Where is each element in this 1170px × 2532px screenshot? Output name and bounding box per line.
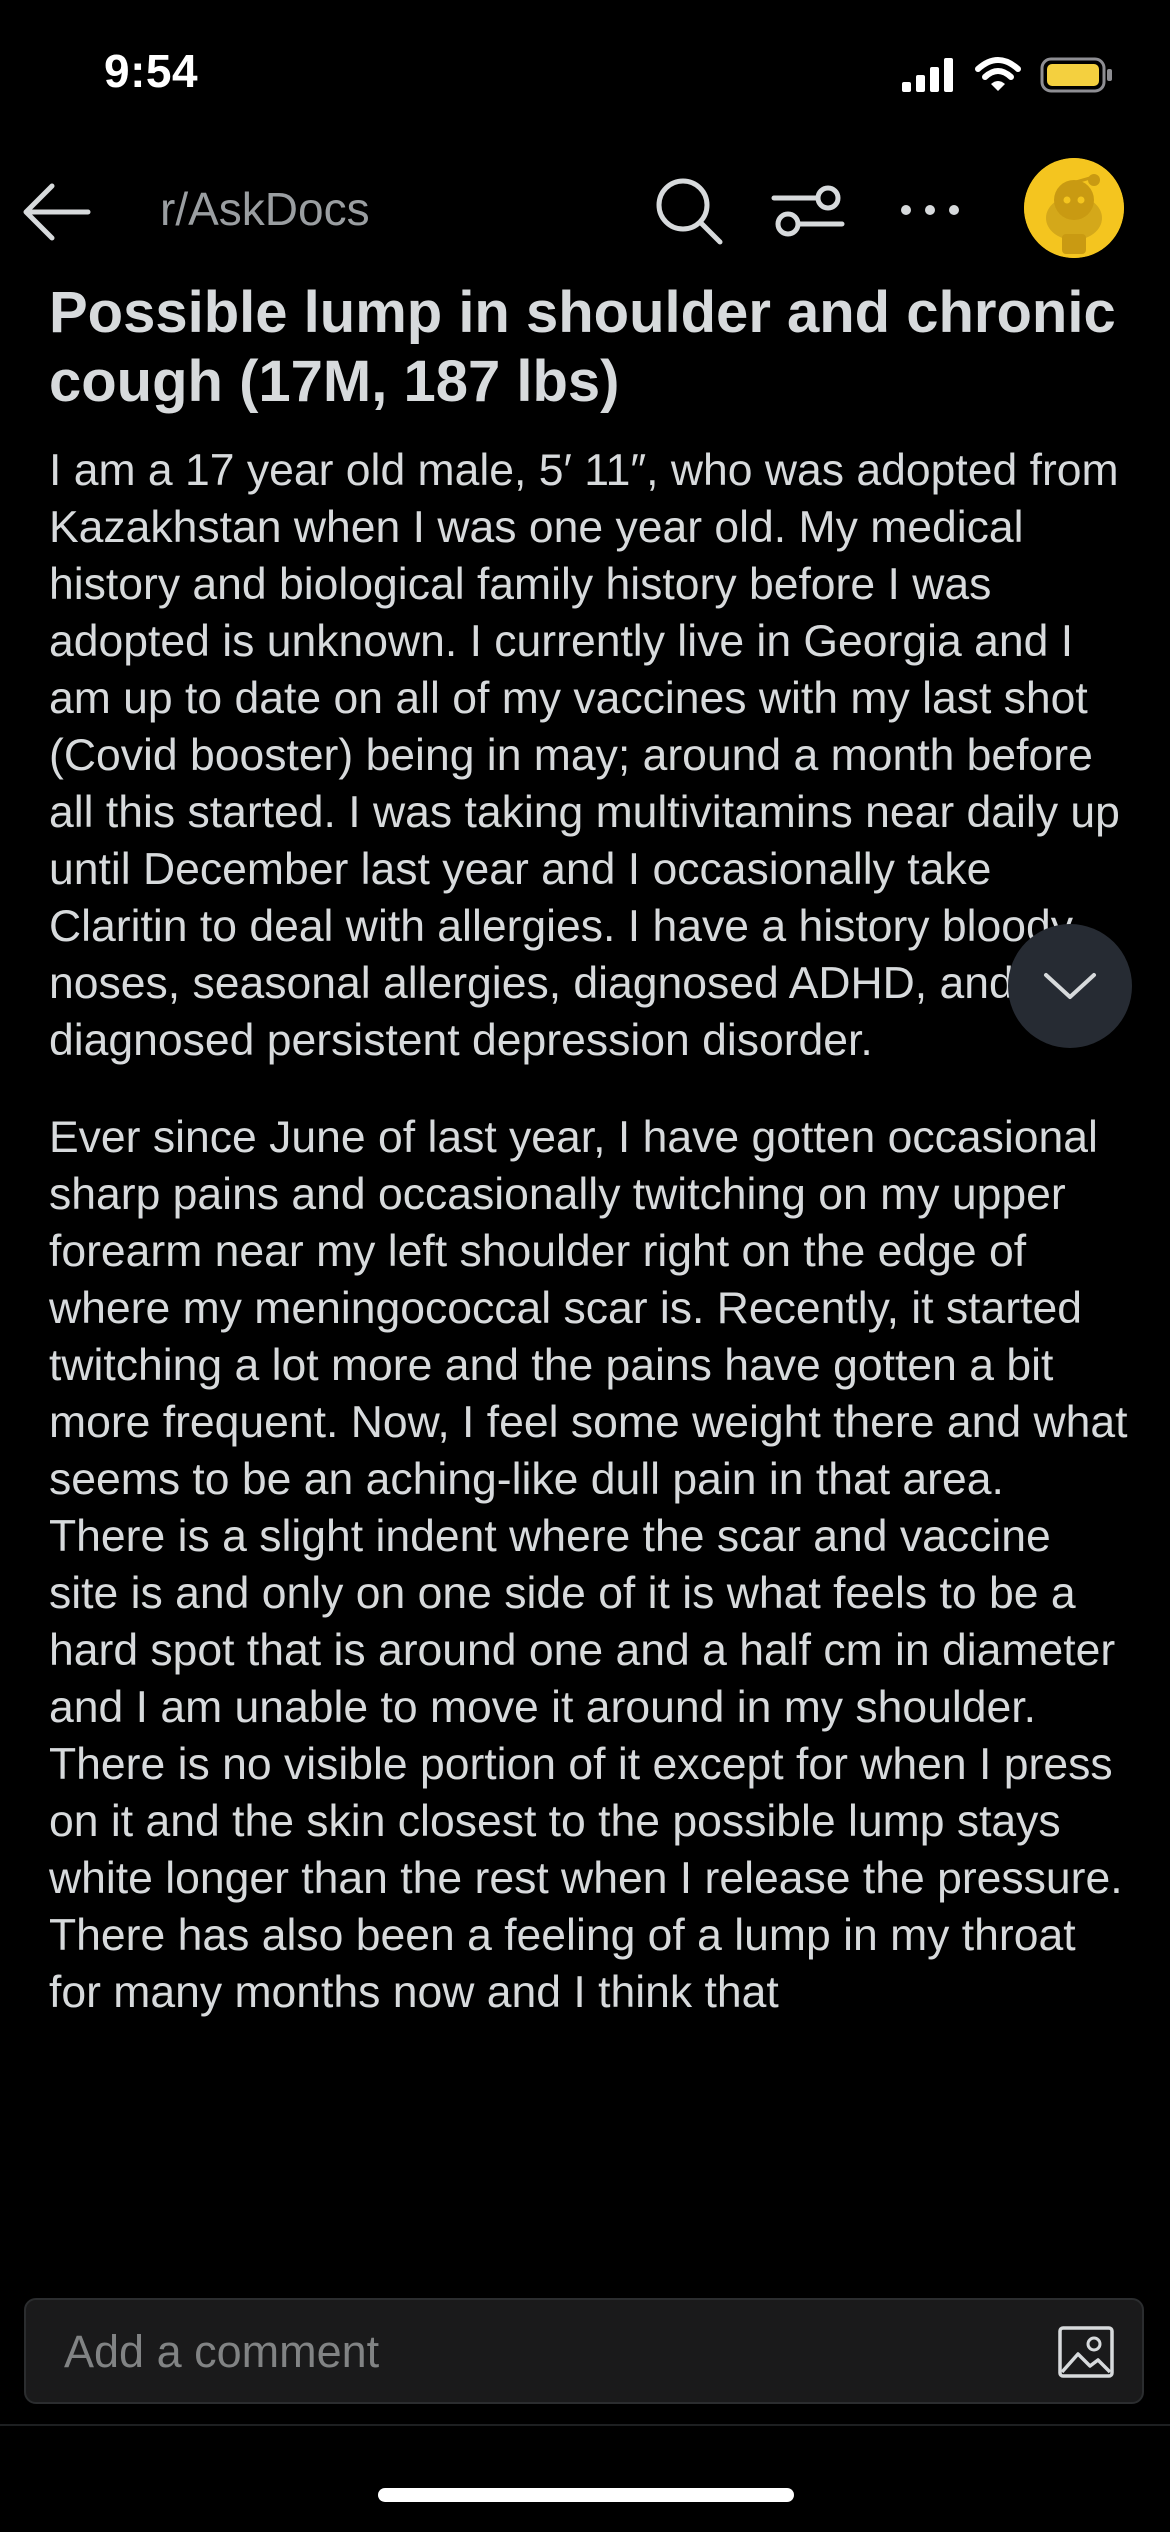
snoo-avatar-icon (1024, 158, 1124, 258)
post-body: I am a 17 year old male, 5′ 11″, who was… (49, 442, 1129, 2021)
add-image-button[interactable] (1056, 2322, 1116, 2382)
status-time: 9:54 (104, 45, 199, 97)
filter-button[interactable] (766, 168, 850, 252)
search-icon (656, 178, 723, 245)
home-indicator[interactable] (378, 2488, 794, 2502)
post-title: Possible lump in shoulder and chronic co… (49, 280, 1116, 414)
comment-placeholder: Add a comment (64, 2326, 380, 2377)
filter-icon (771, 185, 845, 237)
post-paragraph: Ever since June of last year, I have got… (49, 1113, 1128, 2017)
post-paragraph: I am a 17 year old male, 5′ 11″, who was… (49, 446, 1120, 1065)
scroll-down-button[interactable] (1008, 924, 1132, 1048)
status-icons (902, 52, 1114, 98)
more-options-button[interactable] (888, 168, 972, 252)
search-button[interactable] (646, 168, 730, 252)
user-avatar[interactable] (1024, 158, 1124, 258)
wifi-icon (975, 57, 1021, 91)
back-button[interactable] (18, 172, 98, 252)
add-image-icon (1058, 2326, 1114, 2378)
chevron-down-icon (1044, 973, 1096, 999)
more-options-icon (901, 205, 959, 215)
status-bar: 9:54 (0, 0, 1170, 150)
subreddit-name[interactable]: r/AskDocs (160, 182, 370, 236)
comment-bar: Add a comment (0, 2278, 1170, 2424)
back-arrow-icon (23, 183, 91, 241)
battery-icon (1040, 57, 1112, 93)
post-content: Possible lump in shoulder and chronic co… (49, 278, 1129, 2260)
cellular-signal-icon (902, 58, 953, 92)
comment-input[interactable]: Add a comment (24, 2298, 1144, 2404)
post-header: r/AskDocs (0, 150, 1170, 270)
divider (0, 2424, 1170, 2426)
